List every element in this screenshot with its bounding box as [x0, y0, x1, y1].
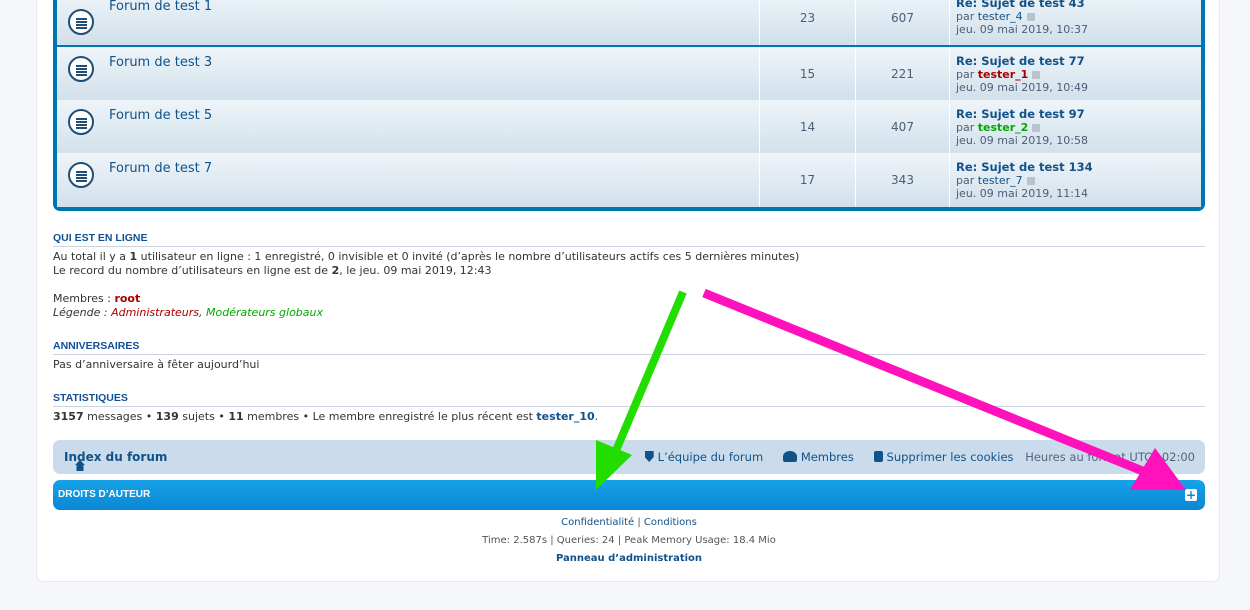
stats-heading: STATISTIQUES: [53, 392, 1205, 407]
debug-info: Time: 2.587s | Queries: 24 | Peak Memory…: [482, 535, 776, 546]
last-poster-link[interactable]: tester_1: [978, 68, 1029, 81]
topics-count: 17: [759, 153, 855, 207]
footer-links: Confidentialité | Conditions: [561, 517, 697, 528]
last-poster-link[interactable]: tester_2: [978, 121, 1029, 134]
users-icon: [782, 451, 797, 462]
posts-count: 343: [855, 153, 949, 207]
terms-link[interactable]: Conditions: [644, 517, 697, 528]
topics-count: 15: [759, 47, 855, 101]
footer-navbar: Index du forum L’équipe du forum Membres…: [53, 440, 1205, 474]
page-wrap: Forum de test 1 23 607 Re: Sujet de test…: [36, 0, 1220, 582]
legend-admin-link[interactable]: Administrateurs: [111, 306, 199, 319]
trash-icon: [873, 451, 883, 462]
acp-link-wrap: Panneau d’administration: [37, 553, 1221, 564]
forum-row: Forum de test 1 23 607 Re: Sujet de test…: [57, 0, 1201, 46]
shield-icon: [644, 451, 654, 462]
last-post-link[interactable]: Re: Sujet de test 97: [956, 107, 1085, 121]
expand-plus-icon[interactable]: +: [1185, 489, 1197, 501]
last-post-date: jeu. 09 mai 2019, 10:37: [956, 23, 1088, 36]
admin-panel-link[interactable]: Panneau d’administration: [556, 553, 702, 564]
last-post-link[interactable]: Re: Sujet de test 77: [956, 54, 1085, 68]
privacy-link[interactable]: Confidentialité: [561, 517, 634, 528]
last-post-date: jeu. 09 mai 2019, 10:58: [956, 134, 1088, 147]
last-post: Re: Sujet de test 134 par tester_7 jeu. …: [949, 153, 1201, 207]
forum-index-link[interactable]: Index du forum: [64, 450, 167, 471]
view-latest-icon[interactable]: [1032, 71, 1041, 79]
forum-read-icon: [68, 9, 94, 35]
forum-read-icon: [68, 56, 94, 82]
view-latest-icon[interactable]: [1032, 124, 1041, 132]
last-post: Re: Sujet de test 77 par tester_1 jeu. 0…: [949, 47, 1201, 101]
posts-count: 607: [855, 0, 949, 45]
statistics: STATISTIQUES 3157 messages • 139 sujets …: [53, 392, 1205, 424]
last-poster-link[interactable]: tester_7: [978, 174, 1023, 187]
forum-row: Forum de test 7 17 343 Re: Sujet de test…: [57, 153, 1201, 208]
view-latest-icon[interactable]: [1026, 177, 1035, 185]
who-is-online: QUI EST EN LIGNE Au total il y a 1 utili…: [53, 232, 1205, 320]
forum-title-link[interactable]: Forum de test 3: [109, 55, 212, 70]
online-heading: QUI EST EN LIGNE: [53, 232, 1205, 247]
view-latest-icon[interactable]: [1026, 13, 1035, 21]
birthdays: ANNIVERSAIRES Pas d’anniversaire à fêter…: [53, 340, 1205, 372]
online-members: Membres : root Légende : Administrateurs…: [53, 292, 324, 319]
topics-count: 23: [759, 0, 855, 45]
forum-list: Forum de test 1 23 607 Re: Sujet de test…: [53, 0, 1205, 211]
last-post: Re: Sujet de test 97 par tester_2 jeu. 0…: [949, 100, 1201, 154]
forum-title-link[interactable]: Forum de test 5: [109, 108, 212, 123]
copyright-bar: DROITS D’AUTEUR +: [53, 480, 1205, 510]
birthdays-text: Pas d’anniversaire à fêter aujourd’hui: [53, 358, 260, 371]
last-post-date: jeu. 09 mai 2019, 10:49: [956, 81, 1088, 94]
topics-count: 14: [759, 100, 855, 154]
members-link[interactable]: Membres: [775, 450, 854, 464]
timezone-text: Heures au format UTC+02:00: [1025, 450, 1195, 464]
birthdays-heading: ANNIVERSAIRES: [53, 340, 1205, 355]
last-post-link[interactable]: Re: Sujet de test 134: [956, 160, 1093, 174]
online-user-link[interactable]: root: [114, 292, 140, 305]
forum-read-icon: [68, 162, 94, 188]
last-poster-link[interactable]: tester_4: [978, 10, 1023, 23]
online-text: Au total il y a 1 utilisateur en ligne :…: [53, 250, 800, 277]
last-post-link[interactable]: Re: Sujet de test 43: [956, 0, 1085, 10]
navbar-links: L’équipe du forum Membres Supprimer les …: [637, 450, 1195, 464]
forum-title-link[interactable]: Forum de test 7: [109, 161, 212, 176]
forum-read-icon: [68, 109, 94, 135]
last-post-date: jeu. 09 mai 2019, 11:14: [956, 187, 1088, 200]
last-post: Re: Sujet de test 43 par tester_4 jeu. 0…: [949, 0, 1201, 45]
delete-cookies-link[interactable]: Supprimer les cookies: [866, 450, 1014, 464]
forum-row: Forum de test 5 14 407 Re: Sujet de test…: [57, 100, 1201, 155]
posts-count: 221: [855, 47, 949, 101]
team-link[interactable]: L’équipe du forum: [637, 450, 763, 464]
stats-text: 3157 messages • 139 sujets • 11 membres …: [53, 410, 599, 423]
posts-count: 407: [855, 100, 949, 154]
forum-title-link[interactable]: Forum de test 1: [109, 0, 212, 14]
newest-member-link[interactable]: tester_10: [536, 410, 594, 423]
legend-mod-link[interactable]: Modérateurs globaux: [206, 306, 323, 319]
forum-row: Forum de test 3 15 221 Re: Sujet de test…: [57, 47, 1201, 102]
copyright-title: DROITS D’AUTEUR: [58, 489, 151, 500]
